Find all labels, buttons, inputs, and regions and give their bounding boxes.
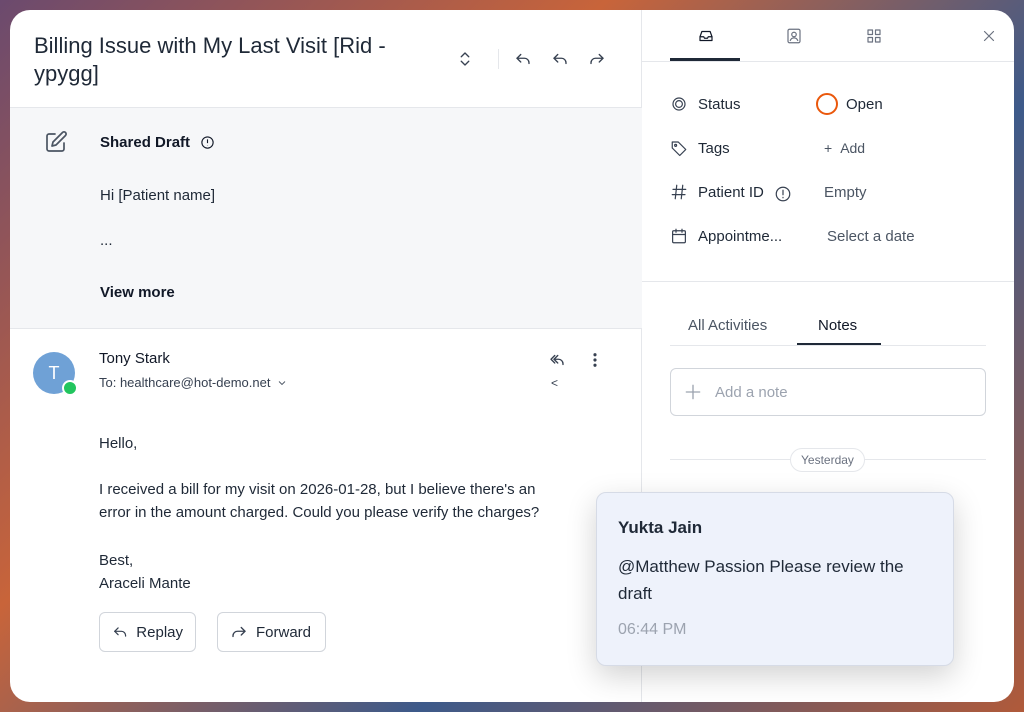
message-signoff: Best, xyxy=(99,552,134,569)
online-status-dot xyxy=(62,380,78,396)
calendar-icon xyxy=(672,228,686,244)
appointment-date-picker[interactable]: Select a date xyxy=(827,225,915,247)
forward-icon[interactable] xyxy=(586,48,608,70)
forward-icon xyxy=(232,626,246,638)
plus-icon: + xyxy=(824,140,833,156)
chevron-left-icon[interactable]: < xyxy=(551,376,558,390)
tag-icon xyxy=(671,141,687,157)
header-divider xyxy=(498,49,499,69)
appointment-property: Appointme... xyxy=(670,225,782,247)
status-icon xyxy=(672,97,686,111)
tags-property: Tags xyxy=(670,137,730,159)
edit-icon xyxy=(44,130,68,154)
header-actions xyxy=(454,48,608,70)
sidebar-tabs xyxy=(642,10,1014,62)
reply-button[interactable]: Replay xyxy=(99,612,196,652)
add-tag-button[interactable]: + Add xyxy=(824,137,865,159)
note-card[interactable]: Yukta Jain @Matthew Passion Please revie… xyxy=(596,492,954,666)
message-body-line: I received a bill for my visit on 2026-0… xyxy=(99,481,536,498)
draft-greeting: Hi [Patient name] xyxy=(100,187,216,204)
reply-button-label: Replay xyxy=(136,623,183,641)
plus-icon xyxy=(685,384,701,400)
message-item: T Tony Stark To: healthcare@hot-demo.net… xyxy=(10,330,642,702)
activity-tabs: All Activities Notes xyxy=(670,310,986,346)
conversation-pane: Billing Issue with My Last Visit [Rid - … xyxy=(10,10,642,702)
message-body-line: error in the amount charged. Could you p… xyxy=(99,504,540,521)
expand-collapse-icon[interactable] xyxy=(454,48,476,70)
app-window: Billing Issue with My Last Visit [Rid - … xyxy=(10,10,1014,702)
note-author: Yukta Jain xyxy=(618,518,703,537)
recipient-line[interactable]: To: healthcare@hot-demo.net xyxy=(99,375,288,390)
view-more-link[interactable]: View more xyxy=(100,284,175,301)
note-timestamp: 06:44 PM xyxy=(618,621,687,638)
patient-id-property: Patient ID xyxy=(670,181,791,203)
info-icon[interactable] xyxy=(200,135,215,150)
chevron-down-icon xyxy=(279,380,286,385)
active-tab-indicator xyxy=(670,58,740,61)
status-label: Status xyxy=(698,95,741,113)
draft-heading-label: Shared Draft xyxy=(100,134,191,151)
add-note-placeholder: Add a note xyxy=(715,383,788,401)
reply-all-icon[interactable] xyxy=(549,48,571,70)
recipient-text: To: healthcare@hot-demo.net xyxy=(99,375,271,390)
message-reply-icon[interactable] xyxy=(546,349,568,371)
forward-button-label: Forward xyxy=(256,623,312,641)
sender-name: Tony Stark xyxy=(99,350,170,367)
reply-icon[interactable] xyxy=(512,48,534,70)
inbox-icon[interactable] xyxy=(694,24,718,48)
properties-panel: Status Open Tags + Add Patient ID Empty … xyxy=(642,62,1014,282)
hash-icon xyxy=(671,184,687,200)
message-greeting: Hello, xyxy=(99,435,138,452)
close-icon[interactable] xyxy=(977,24,1001,48)
active-tab-indicator xyxy=(797,343,881,345)
forward-button[interactable]: Forward xyxy=(217,612,326,652)
open-status-icon xyxy=(816,93,838,115)
tags-label: Tags xyxy=(698,139,730,157)
message-signature: Araceli Mante xyxy=(99,575,191,592)
add-tag-label: Add xyxy=(840,140,866,156)
status-property: Status xyxy=(670,93,741,115)
contact-icon[interactable] xyxy=(782,24,806,48)
grid-icon[interactable] xyxy=(862,24,886,48)
conversation-title: Billing Issue with My Last Visit [Rid - … xyxy=(34,33,386,86)
patient-id-label: Patient ID xyxy=(698,183,764,201)
status-dropdown[interactable]: Open xyxy=(816,93,883,115)
tab-notes[interactable]: Notes xyxy=(818,317,857,334)
draft-ellipsis: ... xyxy=(100,232,113,249)
add-note-input[interactable]: Add a note xyxy=(670,368,986,416)
conversation-header: Billing Issue with My Last Visit [Rid - … xyxy=(10,10,642,108)
reply-icon xyxy=(114,627,127,637)
draft-heading: Shared Draft xyxy=(100,134,215,151)
day-divider-label: Yesterday xyxy=(790,448,865,472)
status-value: Open xyxy=(846,95,883,113)
note-text: @Matthew Passion Please review the draft xyxy=(618,557,904,603)
info-icon[interactable] xyxy=(774,185,791,201)
shared-draft-panel: Shared Draft Hi [Patient name] ... View … xyxy=(10,108,642,329)
appointment-label: Appointme... xyxy=(698,227,783,245)
patient-id-field[interactable]: Empty xyxy=(824,181,867,203)
tab-all-activities[interactable]: All Activities xyxy=(688,317,767,334)
more-options-icon[interactable] xyxy=(584,349,606,371)
